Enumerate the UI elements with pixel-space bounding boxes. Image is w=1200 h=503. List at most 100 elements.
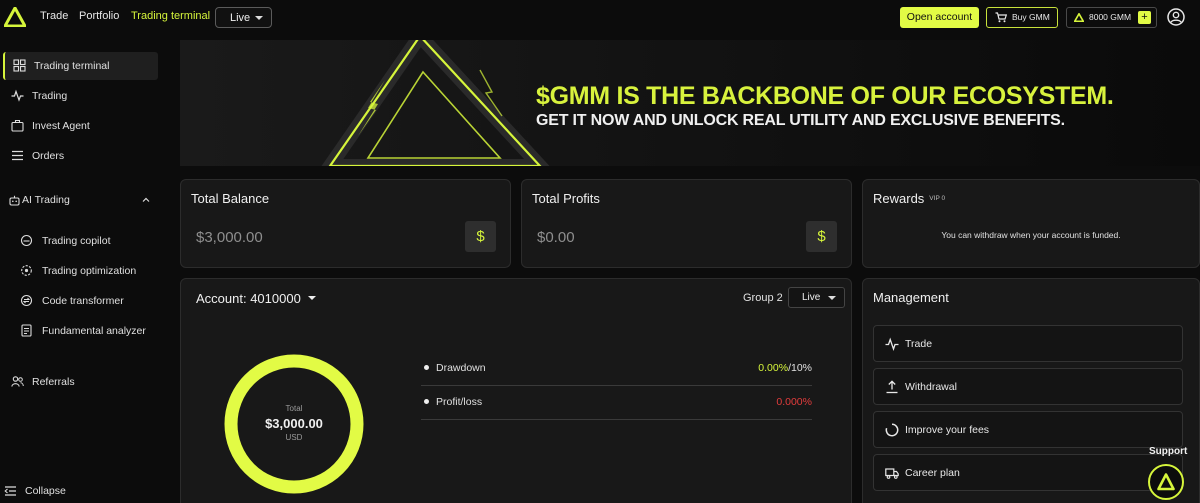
chevron-up-icon: [142, 197, 150, 202]
sidebar-item-invest-agent[interactable]: Invest Agent: [3, 112, 158, 140]
support-button[interactable]: [1148, 464, 1184, 500]
bullet-icon: [424, 365, 429, 370]
total-profits-card: Total Profits $0.00 $: [521, 179, 852, 268]
progress-circle-icon: [885, 423, 899, 437]
sidebar-item-label: Trading optimization: [42, 265, 137, 277]
buy-gmm-label: Buy GMM: [1012, 12, 1050, 22]
chevron-down-icon: [828, 296, 836, 300]
sidebar-item-label: Referrals: [32, 376, 75, 388]
gmm-logo-icon: [1074, 13, 1084, 22]
rewards-card: Rewards VIP 0 You can withdraw when your …: [862, 179, 1200, 268]
bullet-icon: [424, 399, 429, 404]
total-balance-title: Total Balance: [191, 191, 270, 206]
collapse-label: Collapse: [25, 485, 66, 497]
brand-logo-icon[interactable]: [4, 7, 26, 27]
management-item-label: Improve your fees: [905, 424, 990, 436]
management-item-label: Career plan: [905, 467, 960, 479]
vip-badge: VIP 0: [929, 195, 946, 202]
banner-title: $GMM IS THE BACKBONE OF OUR ECOSYSTEM.: [536, 82, 1114, 110]
sidebar-item-trading[interactable]: Trading: [3, 82, 158, 110]
pulse-icon: [885, 337, 899, 351]
management-item-label: Trade: [905, 338, 933, 350]
add-gmm-button[interactable]: +: [1138, 11, 1151, 24]
sidebar: Trading terminal Trading Invest Agent Or…: [0, 36, 166, 503]
sidebar-item-trading-optimization[interactable]: Trading optimization: [16, 259, 166, 283]
donut-currency: USD: [285, 433, 303, 442]
optimization-icon: [21, 265, 32, 276]
rewards-note: You can withdraw when your account is fu…: [941, 230, 1121, 240]
sidebar-item-trading-copilot[interactable]: Trading copilot: [16, 229, 166, 253]
management-card: Management Trade Withdrawal Improve your…: [862, 278, 1200, 503]
dollar-icon[interactable]: $: [465, 221, 496, 252]
top-bar: Trade Portfolio Trading terminal Live Op…: [0, 0, 1200, 36]
support-logo-icon: [1157, 473, 1175, 491]
management-item-label: Withdrawal: [905, 381, 957, 393]
profile-icon[interactable]: [1167, 8, 1185, 26]
transform-icon: [20, 294, 33, 307]
management-career-plan-button[interactable]: Career plan: [873, 454, 1183, 491]
mode-select[interactable]: Live: [215, 7, 272, 28]
rewards-title: Rewards VIP 0: [873, 191, 945, 206]
total-profits-title: Total Profits: [532, 191, 600, 206]
sidebar-item-label: Trading copilot: [42, 235, 111, 247]
users-icon: [11, 376, 24, 387]
total-profits-value: $0.00: [537, 229, 575, 246]
sidebar-item-code-transformer[interactable]: Code transformer: [16, 289, 166, 313]
account-card: Account: 4010000 Group 2 Live Total $3,0…: [180, 278, 852, 503]
sidebar-item-label: Fundamental analyzer: [42, 325, 146, 337]
donut-label: Total: [285, 404, 303, 413]
sidebar-item-label: Invest Agent: [32, 120, 90, 132]
account-mode-select[interactable]: Live: [788, 287, 845, 308]
stat-value: 0.00%/10%: [758, 362, 812, 374]
stat-row-profit-loss: Profit/loss 0.000%: [421, 386, 812, 420]
nav-trade[interactable]: Trade: [40, 10, 68, 22]
upload-icon: [886, 380, 898, 394]
stat-label: Profit/loss: [436, 396, 483, 408]
dollar-icon[interactable]: $: [806, 221, 837, 252]
list-icon: [12, 150, 23, 161]
sidebar-item-label: Trading: [32, 90, 68, 102]
rewards-title-label: Rewards: [873, 191, 925, 206]
sidebar-item-fundamental-analyzer[interactable]: Fundamental analyzer: [16, 319, 166, 343]
total-balance-card: Total Balance $3,000.00 $: [180, 179, 511, 268]
profit-loss-value: 0.000%: [776, 396, 812, 408]
donut-value: $3,000.00: [265, 416, 323, 431]
open-account-button[interactable]: Open account: [900, 7, 979, 28]
sidebar-section-ai-trading[interactable]: AI Trading: [9, 194, 154, 210]
nav-portfolio[interactable]: Portfolio: [79, 10, 119, 22]
pulse-icon: [11, 89, 24, 102]
drawdown-limit: /10%: [788, 362, 812, 374]
group-label: Group 2: [743, 292, 783, 304]
chevron-down-icon: [255, 16, 263, 20]
management-title: Management: [873, 290, 949, 305]
sidebar-item-label: Code transformer: [42, 295, 124, 307]
account-mode-value: Live: [802, 292, 821, 303]
sidebar-item-label: Orders: [32, 150, 65, 162]
sidebar-item-referrals[interactable]: Referrals: [3, 368, 158, 396]
management-withdrawal-button[interactable]: Withdrawal: [873, 368, 1183, 405]
stat-label: Drawdown: [436, 362, 486, 374]
banner-subtitle: GET IT NOW AND UNLOCK REAL UTILITY AND E…: [536, 112, 1065, 129]
briefcase-icon: [11, 119, 24, 132]
sidebar-item-label: Trading terminal: [34, 60, 110, 72]
total-balance-value: $3,000.00: [196, 229, 263, 246]
management-trade-button[interactable]: Trade: [873, 325, 1183, 362]
chevron-down-icon[interactable]: [308, 296, 316, 300]
sidebar-item-orders[interactable]: Orders: [3, 142, 158, 170]
support-label: Support: [1149, 446, 1188, 457]
gmm-balance-value: 8000 GMM: [1089, 12, 1132, 22]
truck-icon: [885, 468, 899, 479]
management-improve-fees-button[interactable]: Improve your fees: [873, 411, 1183, 448]
nav-trading-terminal[interactable]: Trading terminal: [131, 10, 210, 22]
sidebar-section-label: AI Trading: [22, 194, 70, 206]
account-select[interactable]: Account: 4010000: [196, 291, 301, 306]
copilot-icon: [20, 234, 33, 247]
promo-banner[interactable]: $GMM IS THE BACKBONE OF OUR ECOSYSTEM. G…: [180, 40, 1200, 166]
stat-row-drawdown: Drawdown 0.00%/10%: [421, 352, 812, 386]
grid-icon: [13, 59, 26, 72]
robot-icon: [9, 195, 20, 206]
buy-gmm-button[interactable]: Buy GMM: [986, 7, 1058, 28]
collapse-sidebar-button[interactable]: Collapse: [4, 485, 66, 501]
sidebar-item-trading-terminal[interactable]: Trading terminal: [3, 52, 158, 80]
document-icon: [21, 324, 32, 337]
